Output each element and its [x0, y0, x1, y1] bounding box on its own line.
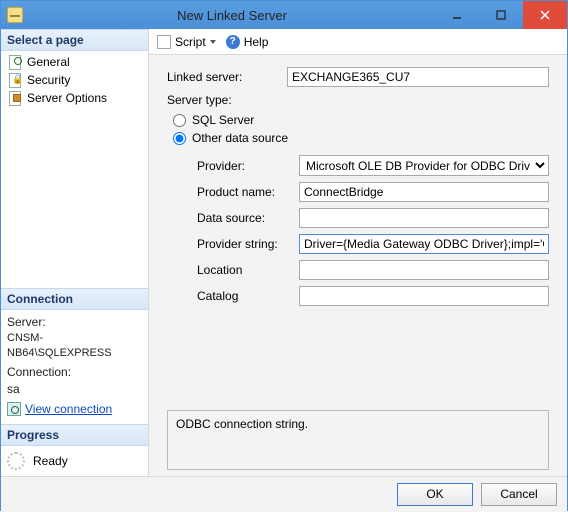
title-bar: New Linked Server [1, 1, 567, 29]
toolbar: Script ? Help [149, 29, 567, 55]
connection-header: Connection [1, 288, 148, 310]
sidebar-item-security[interactable]: Security [1, 71, 148, 89]
script-icon [157, 35, 171, 49]
sidebar-item-general[interactable]: General [1, 53, 148, 71]
server-label: Server: [7, 314, 142, 330]
select-page-header: Select a page [1, 29, 148, 51]
security-icon [7, 73, 23, 87]
options-icon [7, 91, 23, 105]
sidebar-item-label: Server Options [27, 91, 107, 105]
progress-spinner-icon [7, 452, 25, 470]
server-type-label: Server type: [167, 93, 287, 107]
app-icon [7, 7, 23, 23]
sidebar: Select a page General Security Server Op… [1, 29, 149, 476]
progress-status: Ready [33, 454, 68, 468]
chevron-down-icon [210, 40, 216, 44]
script-button[interactable]: Script [157, 35, 216, 49]
help-button[interactable]: ? Help [226, 35, 269, 49]
connection-value: sa [7, 381, 142, 397]
main-panel: Script ? Help Linked server: Server type… [149, 29, 567, 476]
catalog-label: Catalog [197, 289, 299, 303]
provider-string-input[interactable] [299, 234, 549, 254]
sidebar-item-server-options[interactable]: Server Options [1, 89, 148, 107]
server-value: CNSM-NB64\SQLEXPRESS [7, 331, 142, 361]
product-name-input[interactable] [299, 182, 549, 202]
sidebar-item-label: General [27, 55, 70, 69]
page-icon [7, 55, 23, 69]
dialog-footer: OK Cancel [1, 476, 567, 512]
window-title: New Linked Server [29, 8, 435, 23]
product-name-label: Product name: [197, 185, 299, 199]
sidebar-item-label: Security [27, 73, 70, 87]
other-data-source-radio-label: Other data source [192, 131, 288, 145]
location-input[interactable] [299, 260, 549, 280]
provider-string-label: Provider string: [197, 237, 299, 251]
data-source-input[interactable] [299, 208, 549, 228]
connection-info: Server: CNSM-NB64\SQLEXPRESS Connection:… [1, 310, 148, 424]
ok-button[interactable]: OK [397, 483, 473, 506]
sql-server-radio-label: SQL Server [192, 113, 254, 127]
data-source-label: Data source: [197, 211, 299, 225]
sql-server-radio[interactable] [173, 114, 186, 127]
maximize-button[interactable] [479, 1, 523, 29]
close-button[interactable] [523, 1, 567, 29]
help-icon: ? [226, 35, 240, 49]
connection-label: Connection: [7, 364, 142, 380]
progress-header: Progress [1, 424, 148, 446]
help-description: ODBC connection string. [167, 410, 549, 470]
cancel-button[interactable]: Cancel [481, 483, 557, 506]
provider-select[interactable]: Microsoft OLE DB Provider for ODBC Drive… [299, 155, 549, 176]
view-connection-link[interactable]: View connection [7, 401, 112, 417]
minimize-button[interactable] [435, 1, 479, 29]
connection-properties-icon [7, 402, 21, 416]
location-label: Location [197, 263, 299, 277]
linked-server-input[interactable] [287, 67, 549, 87]
catalog-input[interactable] [299, 286, 549, 306]
other-data-source-radio[interactable] [173, 132, 186, 145]
provider-label: Provider: [197, 159, 299, 173]
linked-server-label: Linked server: [167, 70, 287, 84]
